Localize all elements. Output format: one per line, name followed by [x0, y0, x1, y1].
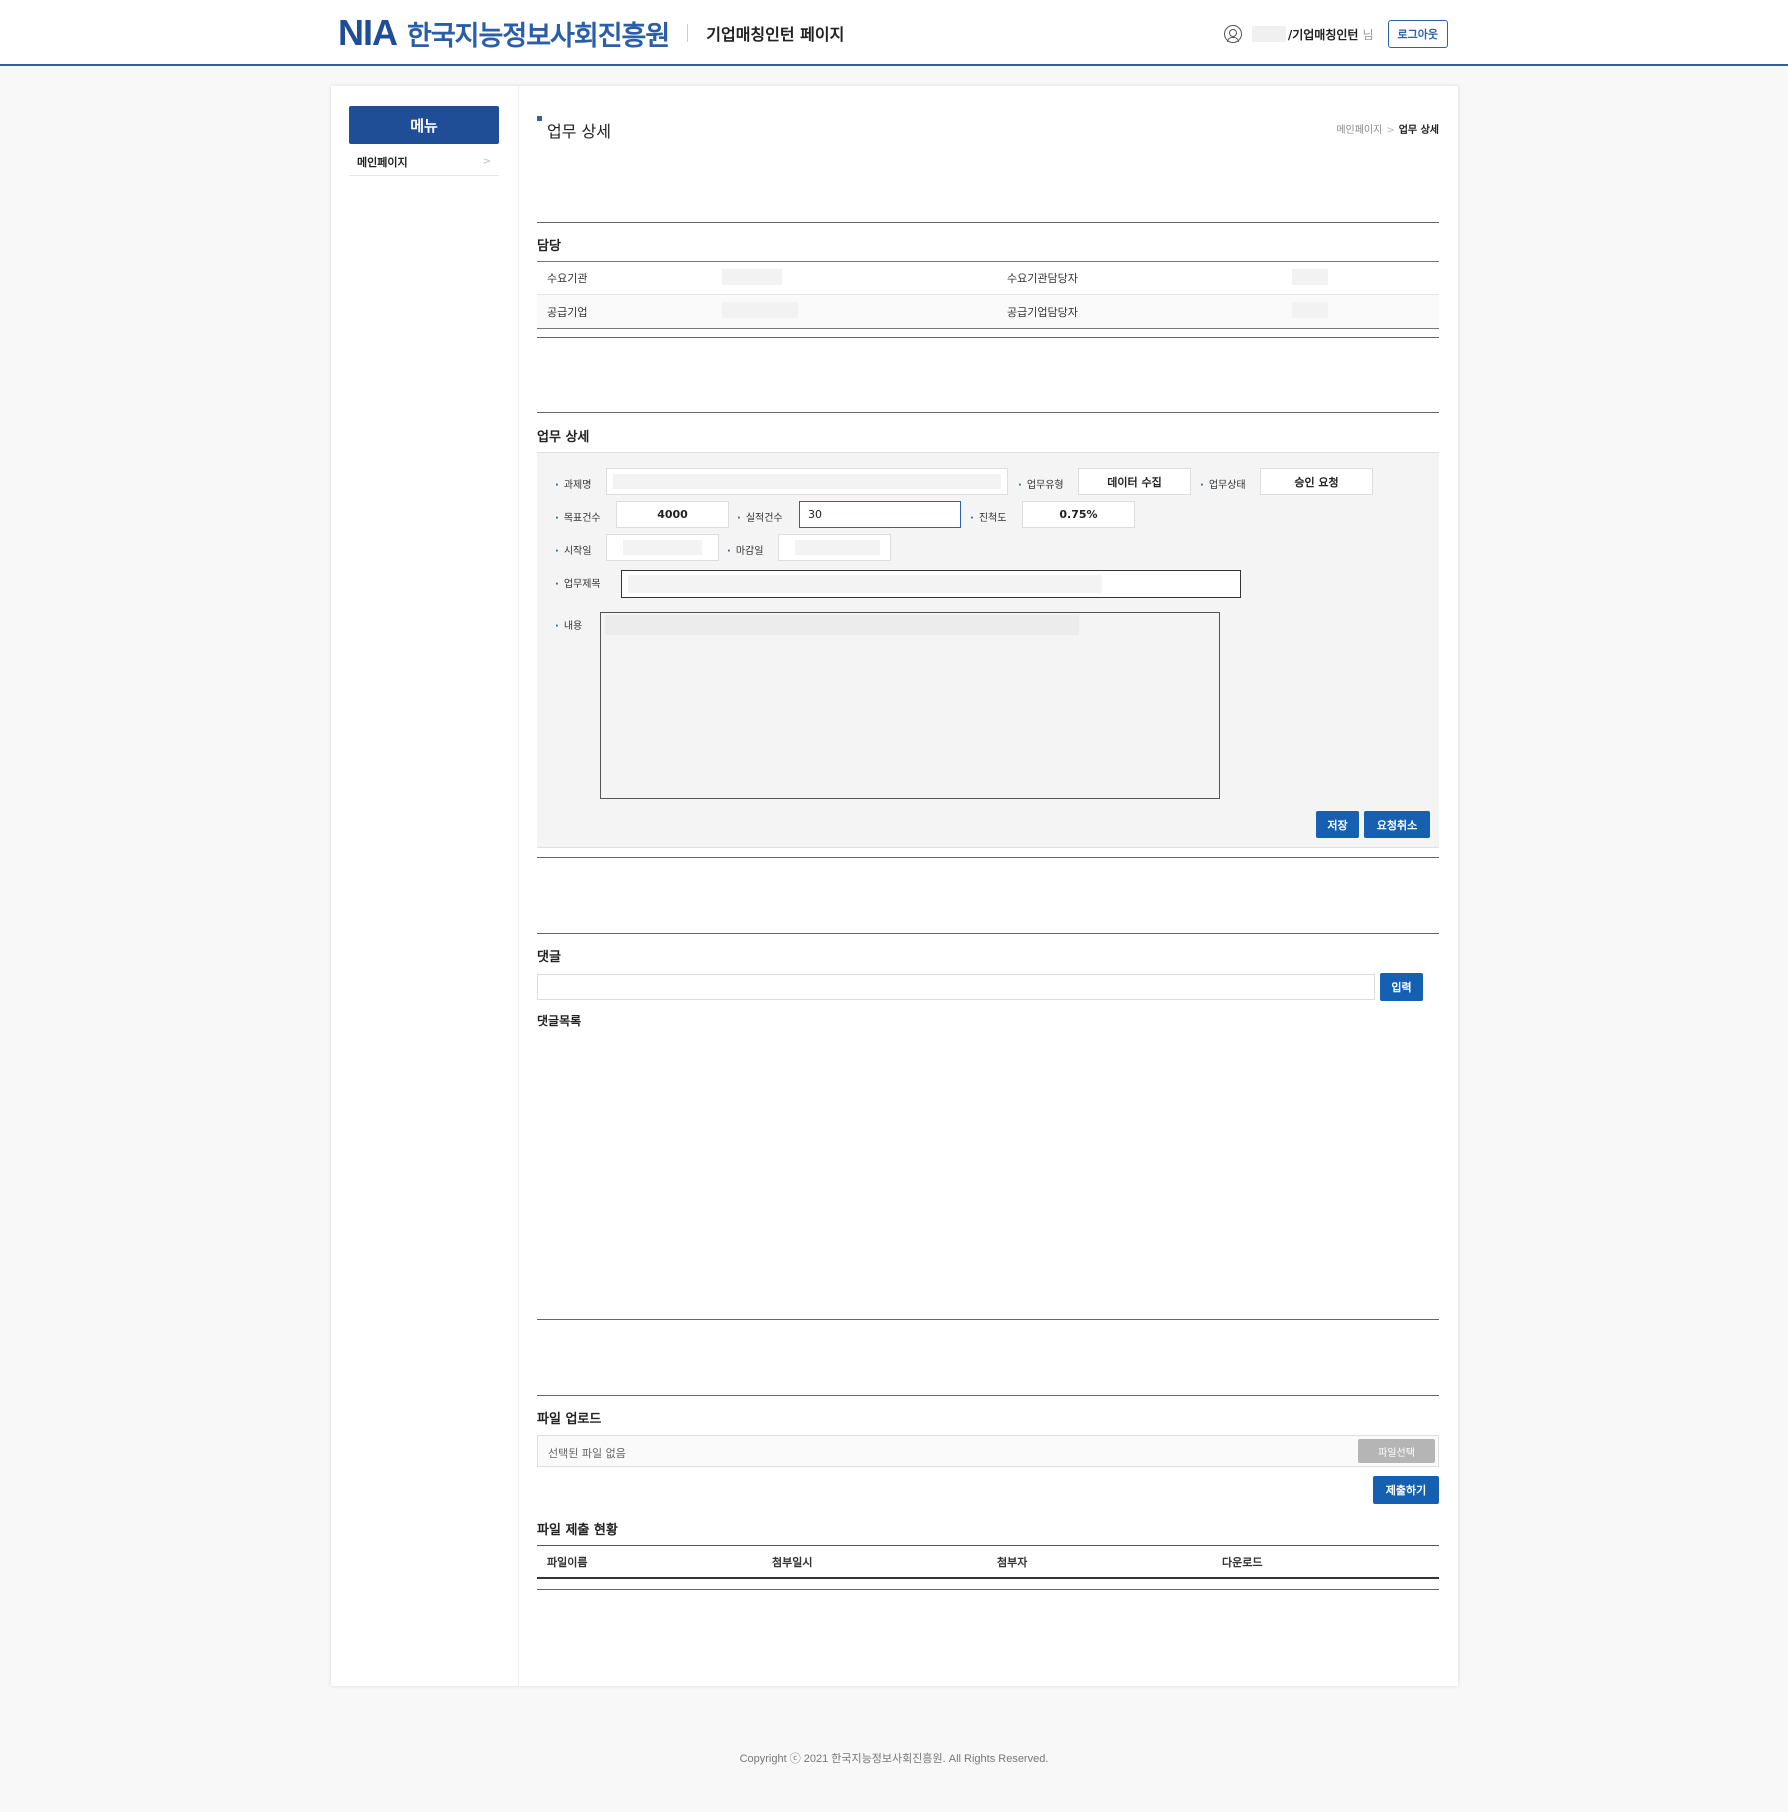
breadcrumb-current: 업무 상세 [1398, 125, 1439, 136]
task-name-field[interactable] [606, 468, 1008, 495]
file-placeholder: 선택된 파일 없음 [548, 1447, 626, 1460]
upload-section-title: 파일 업로드 [537, 1412, 602, 1427]
target-count-field[interactable]: 4000 [616, 501, 729, 528]
comment-submit-button[interactable]: 입력 [1380, 973, 1423, 1001]
chevron-right-icon: > [482, 156, 491, 167]
target-count-label: 목표건수 [555, 509, 601, 524]
file-table: 파일이름 첨부일시 첨부자 다운로드 [537, 1545, 1439, 1579]
section-divider [537, 337, 1439, 338]
task-name-label: 과제명 [555, 476, 592, 491]
footer-copyright: Copyright ⓒ 2021 한국지능정보사회진흥원. All Rights… [739, 1753, 1049, 1765]
save-button[interactable]: 저장 [1316, 811, 1359, 838]
comment-list-title: 댓글목록 [537, 1014, 582, 1028]
top-header: NIA 한국지능정보사회진흥원 기업매칭인턴 페이지 /기업매칭인턴 님 로그아… [0, 0, 1788, 66]
supply-company-value [722, 302, 1007, 321]
user-icon [1223, 25, 1242, 43]
work-title-input[interactable] [621, 570, 1241, 598]
user-area: /기업매칭인턴 님 로그아웃 [1223, 20, 1448, 48]
task-status-field[interactable]: 승인 요청 [1260, 468, 1373, 495]
breadcrumb: 메인페이지 > 업무 상세 [1336, 121, 1439, 136]
supply-manager-label: 공급기업담당자 [1007, 305, 1078, 319]
file-upload-field[interactable]: 선택된 파일 없음 파일선택 [537, 1435, 1439, 1467]
col-attached-date: 첨부일시 [772, 1555, 813, 1569]
sidebar-item-label: 메인페이지 [357, 155, 408, 169]
work-title-label: 업무제목 [555, 575, 601, 590]
actual-count-label: 실적건수 [737, 509, 783, 524]
col-download: 다운로드 [1222, 1555, 1263, 1569]
demand-org-label: 수요기관 [547, 272, 588, 285]
table-row: 수요기관 수요기관담당자 [537, 262, 1439, 295]
supply-manager-value [1292, 302, 1328, 321]
col-attacher: 첨부자 [997, 1555, 1028, 1569]
demand-manager-value [1292, 268, 1328, 288]
submit-file-button[interactable]: 제출하기 [1373, 1476, 1439, 1504]
file-table-header: 파일이름 첨부일시 첨부자 다운로드 [537, 1546, 1439, 1579]
content-textarea[interactable] [600, 612, 1220, 799]
task-type-label: 업무유형 [1018, 476, 1064, 491]
file-status-title: 파일 제출 현황 [537, 1523, 618, 1538]
cancel-request-button[interactable]: 요청취소 [1364, 811, 1430, 838]
responsible-table: 수요기관 수요기관담당자 공급기업 공급기업담당자 [537, 261, 1439, 329]
section-divider [537, 1589, 1439, 1590]
file-pick-button[interactable]: 파일선택 [1358, 1439, 1435, 1463]
title-dot-icon [537, 116, 542, 121]
section-divider [537, 857, 1439, 858]
section-divider [537, 1319, 1439, 1320]
site-subtitle: 기업매칭인턴 페이지 [706, 25, 845, 44]
section-divider [537, 412, 1439, 413]
main-card: 메뉴 메인페이지 > 업무 상세 메인페이지 > 업무 상세 담당 수요기관 수요기… [331, 86, 1458, 1686]
demand-manager-label: 수요기관담당자 [1007, 272, 1078, 285]
col-file-name: 파일이름 [547, 1555, 588, 1569]
task-status-label: 업무상태 [1200, 476, 1246, 491]
end-date-field[interactable] [778, 534, 891, 561]
comment-section-title: 댓글 [537, 950, 561, 965]
content-area: 업무 상세 메인페이지 > 업무 상세 담당 수요기관 수요기관담당자 공급기업 공… [537, 86, 1439, 1686]
table-row: 공급기업 공급기업담당자 [537, 295, 1439, 328]
task-type-field[interactable]: 데이터 수집 [1078, 468, 1191, 495]
logo-nia: NIA [338, 12, 398, 53]
sidebar: 메뉴 메인페이지 > [331, 86, 519, 1686]
user-suffix: 님 [1362, 27, 1374, 42]
logout-button[interactable]: 로그아웃 [1387, 20, 1448, 48]
comment-input[interactable] [537, 974, 1375, 1000]
content-label: 내용 [555, 617, 582, 632]
breadcrumb-separator: > [1386, 125, 1395, 136]
logo-divider [687, 24, 689, 42]
start-date-label: 시작일 [555, 542, 592, 557]
responsible-section-title: 담당 [537, 239, 561, 254]
detail-section-title: 업무 상세 [537, 430, 590, 445]
sidebar-item-main-page[interactable]: 메인페이지 > [349, 148, 499, 176]
section-divider [537, 222, 1439, 223]
section-divider [537, 933, 1439, 934]
logo[interactable]: NIA 한국지능정보사회진흥원 기업매칭인턴 페이지 [338, 12, 845, 53]
actual-count-input[interactable]: 30 [799, 501, 961, 528]
logo-korean: 한국지능정보사회진흥원 [407, 20, 670, 52]
supply-company-label: 공급기업 [547, 305, 588, 319]
breadcrumb-home[interactable]: 메인페이지 [1336, 125, 1382, 136]
user-role: /기업매칭인턴 [1287, 27, 1359, 42]
user-name-redacted [1251, 26, 1286, 42]
start-date-field[interactable] [606, 534, 719, 561]
demand-org-value [722, 268, 1007, 288]
menu-title: 메뉴 [349, 106, 499, 144]
progress-label: 진척도 [970, 509, 1007, 524]
detail-form: 과제명 업무유형 데이터 수집 업무상태 승인 요청 목표건수 4000 실적건… [537, 452, 1439, 848]
end-date-label: 마감일 [727, 542, 764, 557]
progress-field[interactable]: 0.75% [1022, 501, 1135, 528]
section-divider [537, 1395, 1439, 1396]
